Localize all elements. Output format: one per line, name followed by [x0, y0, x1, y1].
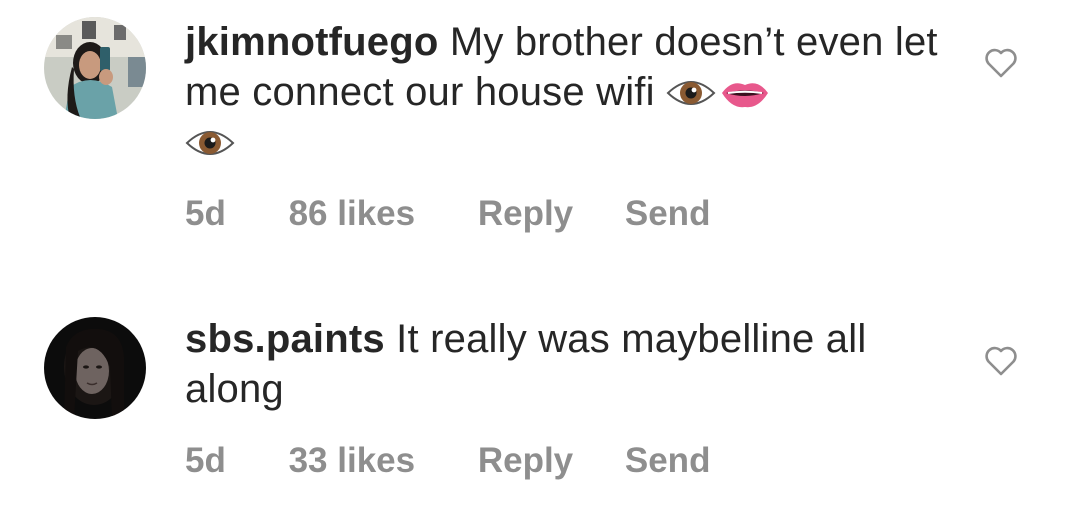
comment-username[interactable]: sbs.paints	[185, 317, 385, 361]
lips-emoji	[720, 75, 770, 111]
comment-time: 5d	[185, 194, 226, 233]
comment-item: sbs.paints It really was maybelline all …	[0, 258, 1080, 516]
avatar-photo	[44, 317, 146, 419]
avatar-photo	[44, 17, 146, 119]
comment-likes[interactable]: 33 likes	[289, 441, 416, 481]
eye-emoji	[185, 125, 235, 161]
comment-likes[interactable]: 86 likes	[289, 194, 416, 234]
comment-meta: 5d 86 likes Reply Send	[185, 194, 710, 234]
comment-item: jkimnotfuego My brother doesn’t even let…	[0, 0, 1080, 258]
comment-meta: 5d 33 likes Reply Send	[185, 441, 710, 481]
like-button[interactable]	[984, 345, 1018, 377]
comment-time: 5d	[185, 441, 226, 480]
send-button[interactable]: Send	[625, 441, 711, 481]
send-button[interactable]: Send	[625, 194, 711, 234]
comment-body: jkimnotfuego My brother doesn’t even let…	[185, 17, 955, 167]
comment-username[interactable]: jkimnotfuego	[185, 20, 439, 64]
avatar[interactable]	[44, 317, 146, 419]
eye-emoji	[666, 75, 716, 111]
heart-outline-icon	[984, 345, 1018, 377]
reply-button[interactable]: Reply	[478, 194, 573, 234]
avatar[interactable]	[44, 17, 146, 119]
heart-outline-icon	[984, 47, 1018, 79]
like-button[interactable]	[984, 47, 1018, 79]
reply-button[interactable]: Reply	[478, 441, 573, 481]
comment-body: sbs.paints It really was maybelline all …	[185, 314, 955, 414]
